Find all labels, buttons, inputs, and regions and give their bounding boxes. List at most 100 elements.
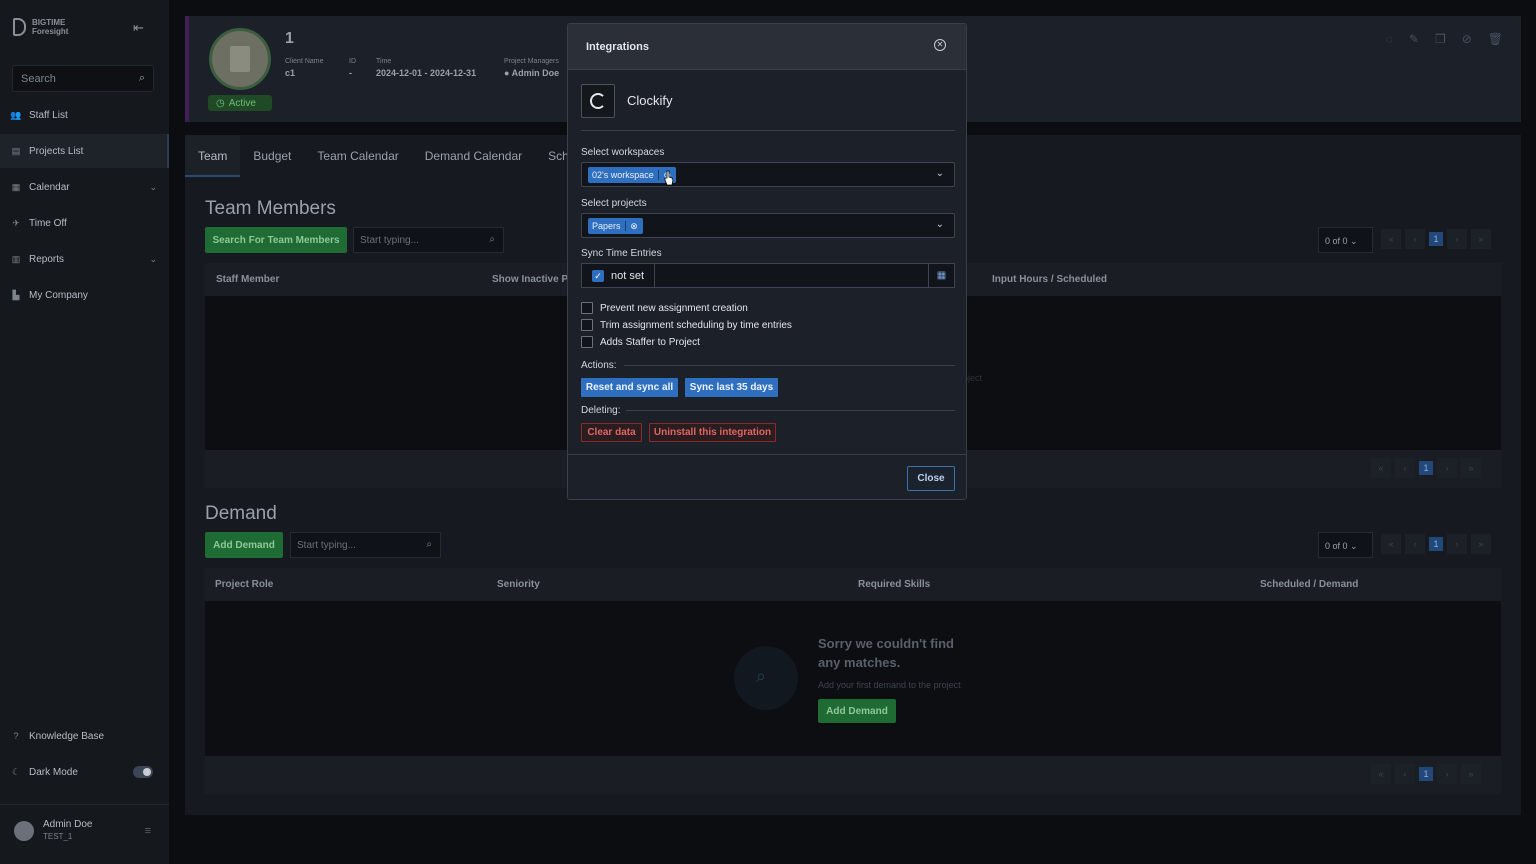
chevron-down-icon[interactable]: ⌄: [936, 219, 944, 230]
brand-line2: Foresight: [32, 27, 69, 36]
clock-icon: ◷: [216, 97, 225, 109]
demand-search-input[interactable]: Start typing... ⌕: [290, 532, 441, 558]
team-count-select[interactable]: 0 of 0 ⌄: [1318, 227, 1373, 253]
checkbox-label: Adds Staffer to Project: [600, 336, 700, 348]
sidebar-search-input[interactable]: Search ⌕: [12, 65, 154, 92]
project-tag: Papers ⊗: [588, 218, 643, 234]
demand-count-select[interactable]: 0 of 0 ⌄: [1318, 532, 1373, 558]
next-page-icon[interactable]: ›: [1437, 458, 1457, 478]
trash-icon[interactable]: 🗑: [1488, 32, 1503, 46]
last-page-icon[interactable]: »: [1461, 458, 1481, 478]
integration-icon[interactable]: ◌: [1386, 32, 1393, 46]
first-page-icon[interactable]: «: [1381, 229, 1401, 249]
col-project-role[interactable]: Project Role: [215, 579, 273, 590]
reset-sync-all-button[interactable]: Reset and sync all: [581, 378, 678, 397]
close-icon[interactable]: ✕: [934, 39, 946, 51]
first-page-icon[interactable]: «: [1381, 534, 1401, 554]
divider: [581, 130, 955, 131]
team-pager-top: « ‹ 1 › »: [1381, 229, 1491, 251]
current-page[interactable]: 1: [1429, 232, 1443, 246]
next-page-icon[interactable]: ›: [1447, 229, 1467, 249]
collapse-sidebar-icon[interactable]: ⇤: [133, 20, 144, 36]
sidebar-item-label: Projects List: [29, 145, 84, 157]
col-staff-member[interactable]: Staff Member: [216, 274, 279, 285]
chevron-down-icon: ⌄: [149, 253, 157, 264]
tab-team[interactable]: Team: [185, 135, 241, 177]
remove-tag-icon[interactable]: ⊗: [626, 221, 643, 232]
calendar-icon[interactable]: ▦: [928, 264, 954, 287]
prevent-assignment-checkbox[interactable]: Prevent new assignment creation: [581, 301, 748, 315]
edit-icon[interactable]: ✎: [1409, 32, 1419, 46]
workspaces-select[interactable]: 02's workspace ⊗ ⌄: [581, 162, 955, 187]
empty-add-demand-button[interactable]: Add Demand: [818, 699, 896, 723]
dark-mode-toggle[interactable]: [133, 766, 153, 778]
next-page-icon[interactable]: ›: [1447, 534, 1467, 554]
help-circle-icon: ?: [13, 731, 19, 741]
search-team-members-button[interactable]: Search For Team Members: [205, 227, 347, 253]
demand-table-header: Project Role Seniority Required Skills S…: [205, 568, 1501, 601]
prev-page-icon[interactable]: ‹: [1405, 534, 1425, 554]
menu-icon[interactable]: ≡: [145, 825, 151, 837]
add-demand-button[interactable]: Add Demand: [205, 532, 283, 558]
modal-title: Integrations: [586, 41, 649, 53]
sync-value: not set: [611, 270, 645, 282]
sidebar-item-calendar[interactable]: ▦ Calendar ⌄: [0, 170, 169, 204]
archive-icon[interactable]: ⊘: [1462, 32, 1472, 46]
brand-logo[interactable]: BIGTIME Foresight: [13, 18, 68, 36]
prev-page-icon[interactable]: ‹: [1395, 458, 1415, 478]
col-seniority[interactable]: Seniority: [497, 579, 540, 590]
checkbox-label: Trim assignment scheduling by time entri…: [600, 319, 792, 331]
copy-icon[interactable]: ❐: [1435, 32, 1446, 46]
tab-budget[interactable]: Budget: [240, 135, 304, 177]
knowledge-base-link[interactable]: ? Knowledge Base: [0, 719, 169, 753]
search-icon: ⌕: [756, 666, 767, 686]
clear-data-button[interactable]: Clear data: [581, 423, 642, 442]
close-button[interactable]: Close: [907, 466, 955, 491]
user-profile[interactable]: Admin Doe TEST_1 ≡: [0, 804, 169, 864]
sidebar-item-label: Reports: [29, 253, 65, 265]
modal-header: Integrations ✕: [568, 24, 966, 70]
col-show-inactive[interactable]: Show Inactive Pe: [492, 274, 574, 285]
checkbox-label: Prevent new assignment creation: [600, 302, 748, 314]
sync-not-set-toggle[interactable]: ✓ not set: [582, 264, 655, 287]
sidebar-item-projects-list[interactable]: ▤ Projects List: [0, 134, 169, 168]
app: BIGTIME Foresight ⇤ Search ⌕ 👥 Staff Lis…: [0, 0, 1536, 864]
search-icon: ⌕: [426, 539, 432, 550]
tab-demand-calendar[interactable]: Demand Calendar: [412, 135, 535, 177]
sidebar-search-placeholder: Search: [21, 73, 56, 85]
trim-scheduling-checkbox[interactable]: Trim assignment scheduling by time entri…: [581, 318, 792, 332]
current-page[interactable]: 1: [1419, 461, 1433, 475]
checkbox[interactable]: [581, 302, 593, 314]
last-page-icon[interactable]: »: [1471, 534, 1491, 554]
sidebar-item-reports[interactable]: ▥ Reports ⌄: [0, 242, 169, 276]
team-search-input[interactable]: Start typing... ⌕: [353, 227, 504, 253]
projects-select[interactable]: Papers ⊗ ⌄: [581, 213, 955, 238]
current-page[interactable]: 1: [1429, 537, 1443, 551]
checkbox[interactable]: [581, 336, 593, 348]
moon-icon: ☾: [11, 766, 21, 777]
col-input-hours[interactable]: Input Hours / Scheduled: [992, 274, 1107, 285]
last-page-icon[interactable]: »: [1471, 229, 1491, 249]
tab-team-calendar[interactable]: Team Calendar: [304, 135, 411, 177]
last-page-icon[interactable]: »: [1461, 764, 1481, 784]
prev-page-icon[interactable]: ‹: [1395, 764, 1415, 784]
chevron-down-icon[interactable]: ⌄: [936, 168, 944, 179]
first-page-icon[interactable]: «: [1371, 458, 1391, 478]
add-staffer-checkbox[interactable]: Adds Staffer to Project: [581, 335, 700, 349]
workspaces-label: Select workspaces: [581, 147, 665, 158]
checkbox[interactable]: [581, 319, 593, 331]
sidebar-item-my-company[interactable]: ▙ My Company: [0, 278, 169, 312]
empty-state-subtitle: Add your first demand to the project: [818, 680, 961, 690]
manager-avatar: ●: [504, 68, 510, 78]
project-avatar: [209, 28, 271, 90]
sidebar-item-staff-list[interactable]: 👥 Staff List: [0, 98, 169, 132]
sidebar-item-time-off[interactable]: ✈ Time Off: [0, 206, 169, 240]
first-page-icon[interactable]: «: [1371, 764, 1391, 784]
col-required-skills[interactable]: Required Skills: [858, 579, 930, 590]
col-scheduled-demand[interactable]: Scheduled / Demand: [1260, 579, 1358, 590]
next-page-icon[interactable]: ›: [1437, 764, 1457, 784]
sync-last-35-days-button[interactable]: Sync last 35 days: [685, 378, 778, 397]
current-page[interactable]: 1: [1419, 767, 1433, 781]
uninstall-integration-button[interactable]: Uninstall this integration: [649, 423, 776, 442]
prev-page-icon[interactable]: ‹: [1405, 229, 1425, 249]
